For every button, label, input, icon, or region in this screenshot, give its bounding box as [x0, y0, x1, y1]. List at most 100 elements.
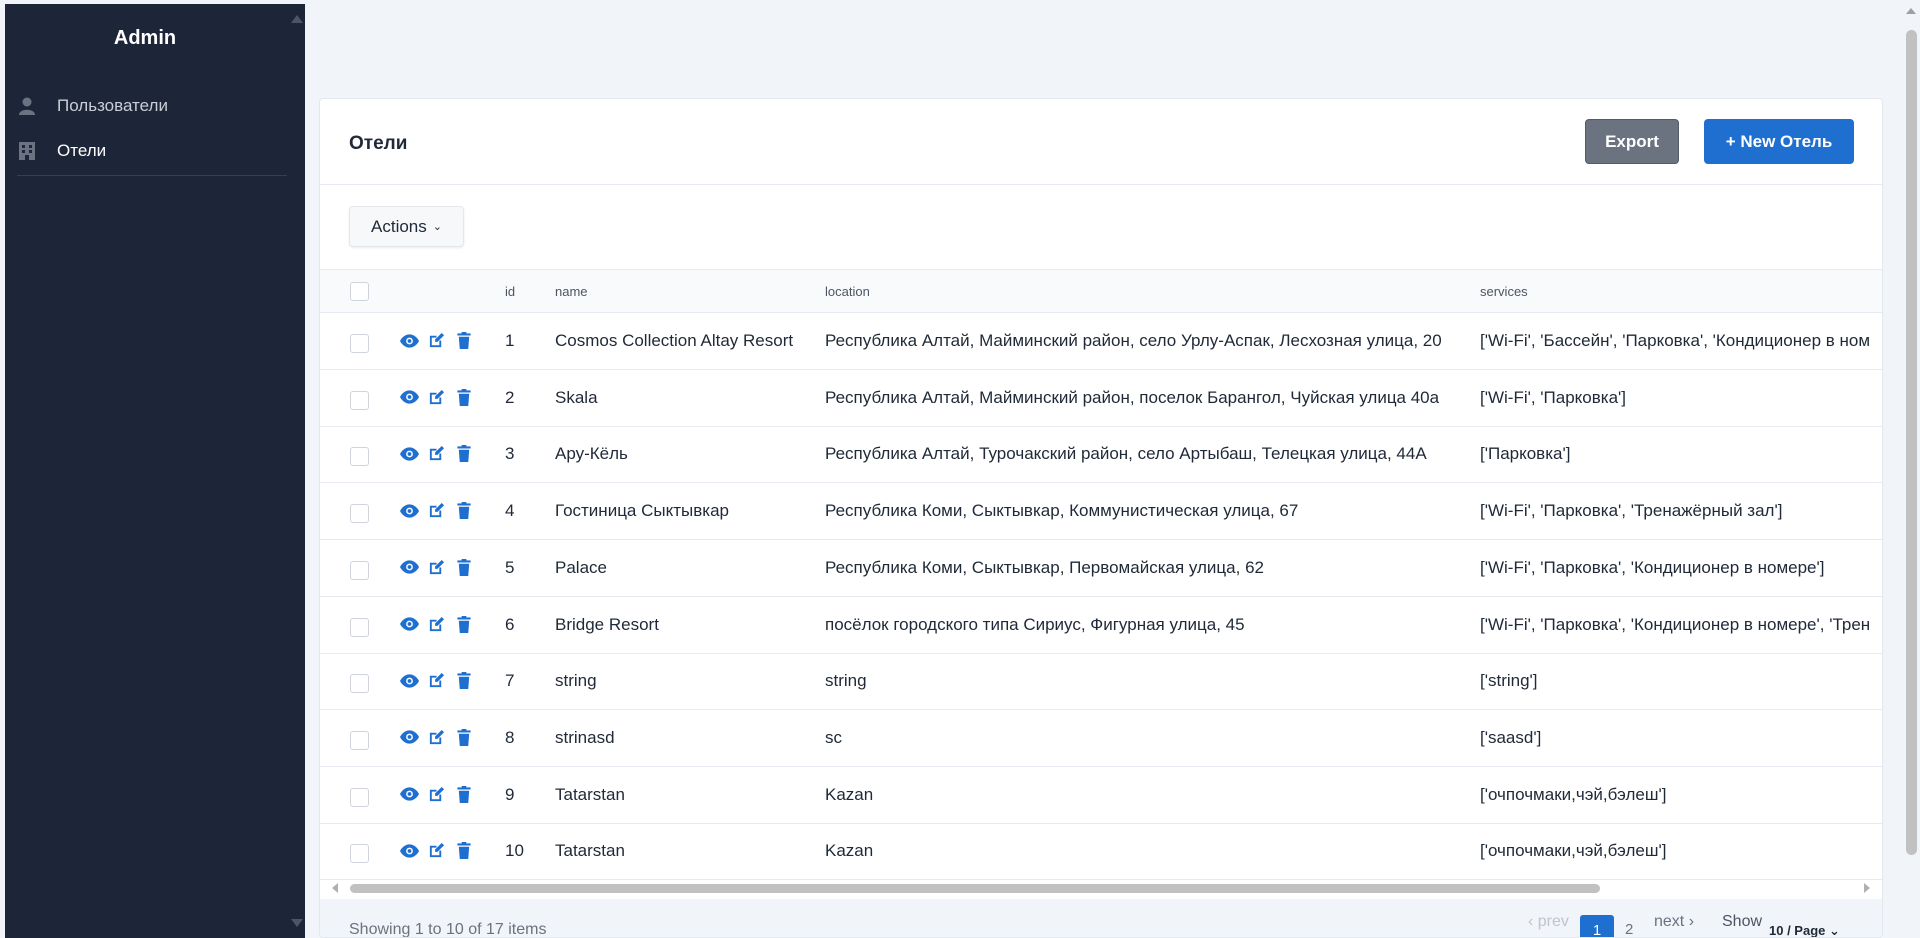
trash-icon[interactable] [454, 841, 473, 860]
next-page-button[interactable]: next › [1654, 913, 1694, 931]
table-row[interactable]: 2 Skala Республика Алтай, Майминский район… [320, 370, 1882, 427]
chevron-down-icon: ⌄ [432, 221, 442, 233]
table-row[interactable]: 7 string string ['string'] [320, 653, 1882, 711]
trash-icon[interactable] [454, 785, 473, 804]
scroll-left-arrow[interactable] [332, 883, 338, 893]
trash-icon[interactable] [454, 501, 473, 520]
cell-services: ['saasd'] [1480, 727, 1542, 747]
actions-dropdown[interactable]: Actions ⌄ [349, 206, 464, 247]
table-row[interactable]: 6 Bridge Resort посёлок городского типа Си… [320, 597, 1882, 654]
page-size-select[interactable]: 10 / Page ⌄ [1769, 923, 1840, 938]
table-row[interactable]: 5 Palace Республика Коми, Сыктывкар, Перво… [320, 540, 1882, 597]
eye-icon[interactable] [400, 785, 419, 804]
actions-label: Actions [371, 216, 427, 236]
cell-id: 1 [505, 331, 515, 350]
cell-location: Республика Алтай, Турочакский район, сел… [825, 444, 1427, 464]
row-checkbox[interactable] [350, 334, 369, 353]
horizontal-scrollbar[interactable] [320, 880, 1882, 896]
column-header-location[interactable]: location [825, 284, 870, 299]
edit-icon[interactable] [427, 785, 446, 804]
edit-icon[interactable] [427, 841, 446, 860]
cell-location: посёлок городского типа Сириус, Фигурная… [825, 614, 1245, 634]
column-header-name[interactable]: name [555, 284, 588, 299]
trash-icon[interactable] [454, 331, 473, 350]
eye-icon[interactable] [400, 444, 419, 463]
show-label: Show [1722, 913, 1763, 930]
cell-name: string [555, 671, 597, 691]
edit-icon[interactable] [427, 728, 446, 747]
table-row[interactable]: 8 strinasd sc ['saasd'] [320, 710, 1882, 767]
sidebar-scroll-up-arrow[interactable] [291, 15, 303, 23]
page-vertical-scrollbar[interactable] [1906, 30, 1917, 855]
row-checkbox[interactable] [350, 390, 369, 410]
eye-icon[interactable] [400, 615, 419, 634]
cell-id: 4 [505, 501, 515, 521]
edit-icon[interactable] [427, 444, 446, 463]
hotels-card: Отели Export + New Отель Actions ⌄ id na… [319, 98, 1883, 938]
eye-icon[interactable] [400, 558, 419, 577]
edit-icon[interactable] [427, 615, 446, 634]
eye-icon[interactable] [400, 841, 419, 860]
eye-icon[interactable] [400, 388, 419, 407]
edit-icon[interactable] [427, 331, 446, 350]
trash-icon[interactable] [454, 558, 473, 577]
prev-page-button[interactable]: ‹ prev [1528, 913, 1569, 931]
row-checkbox[interactable] [350, 447, 369, 467]
cell-services: ['string'] [1480, 671, 1538, 691]
cell-name: Гостиница Сыктывкар [555, 501, 729, 521]
row-checkbox[interactable] [350, 504, 369, 524]
user-icon [17, 96, 37, 116]
row-checkbox[interactable] [350, 844, 369, 864]
column-header-id[interactable]: id [505, 284, 515, 299]
table-row[interactable]: 4 Гостиница Сыктывкар Республика Коми, Сык… [320, 483, 1882, 541]
prev-label: prev [1537, 913, 1569, 930]
row-actions [400, 728, 473, 747]
edit-icon[interactable] [427, 388, 446, 407]
sidebar-item-hotels[interactable]: Отели [17, 137, 106, 165]
cell-location: Kazan [825, 784, 874, 804]
table-row[interactable]: 9 Tatarstan Kazan ['очпочмаки,чэй,бэлеш'] [320, 767, 1882, 824]
trash-icon[interactable] [454, 388, 473, 407]
cell-location: Республика Алтай, Майминский район, село… [825, 331, 1442, 350]
row-checkbox[interactable] [350, 617, 369, 637]
page-2-button[interactable]: 2 [1625, 921, 1633, 937]
row-actions [400, 331, 473, 350]
eye-icon[interactable] [400, 501, 419, 520]
trash-icon[interactable] [454, 615, 473, 634]
trash-icon[interactable] [454, 728, 473, 747]
brand-title: Admin [113, 27, 177, 49]
export-button[interactable]: Export [1585, 119, 1679, 164]
page-scroll-up-arrow[interactable] [1906, 8, 1916, 14]
table-row[interactable]: 10 Tatarstan Kazan ['очпочмаки,чэй,бэлеш'] [320, 823, 1882, 881]
scroll-right-arrow[interactable] [1864, 883, 1870, 893]
table-row[interactable]: 1 Cosmos Collection Altay Resort Республик… [320, 313, 1882, 370]
row-checkbox[interactable] [350, 674, 369, 694]
row-checkbox[interactable] [350, 787, 369, 807]
eye-icon[interactable] [400, 671, 419, 690]
sidebar-scroll-down-arrow[interactable] [291, 919, 303, 927]
sidebar-divider [17, 175, 287, 176]
cell-name: Tatarstan [555, 841, 625, 861]
edit-icon[interactable] [427, 558, 446, 577]
page-1-button[interactable]: 1 [1580, 915, 1614, 937]
new-hotel-button[interactable]: + New Отель [1704, 119, 1854, 164]
trash-icon[interactable] [454, 671, 473, 690]
eye-icon[interactable] [400, 331, 419, 350]
row-actions [400, 671, 473, 690]
eye-icon[interactable] [400, 728, 419, 747]
row-checkbox[interactable] [350, 560, 369, 580]
chevron-right-icon: › [1684, 913, 1695, 930]
scrollbar-thumb[interactable] [350, 884, 1600, 893]
select-all-checkbox[interactable] [350, 282, 369, 301]
edit-icon[interactable] [427, 501, 446, 520]
column-header-services[interactable]: services [1480, 284, 1528, 299]
chevron-down-icon: ⌄ [1829, 923, 1840, 938]
trash-icon[interactable] [454, 444, 473, 463]
cell-name: Ару-Кёль [555, 444, 628, 464]
sidebar-item-users[interactable]: Пользователи [17, 92, 168, 120]
table-row[interactable]: 3 Ару-Кёль Республика Алтай, Турочакский р… [320, 426, 1882, 484]
row-checkbox[interactable] [350, 730, 369, 750]
edit-icon[interactable] [427, 671, 446, 690]
table-header: id name location services [320, 269, 1882, 313]
showing-count: Showing 1 to 10 of 17 items [349, 921, 547, 938]
